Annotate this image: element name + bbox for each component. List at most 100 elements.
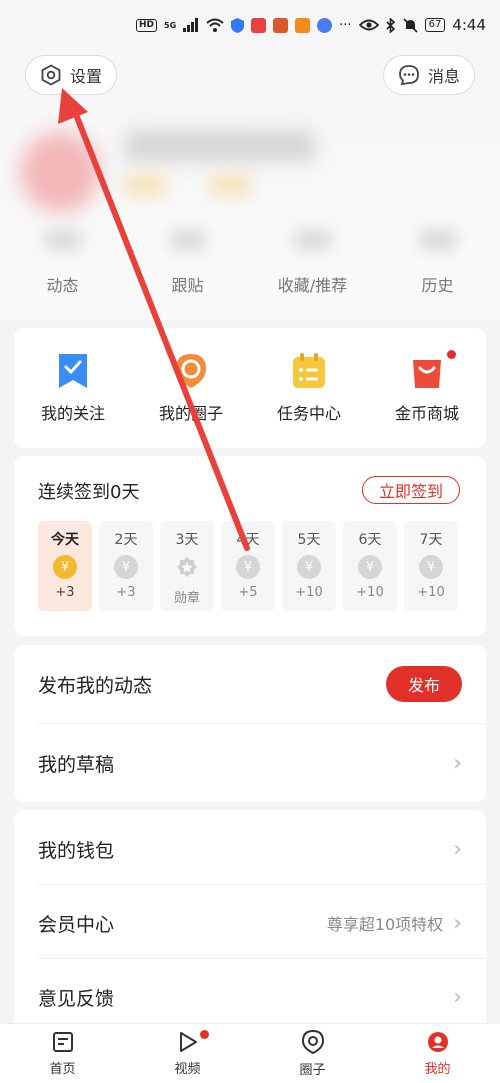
publish-button[interactable]: 发布 <box>386 666 462 702</box>
day-reward: +10 <box>417 585 445 600</box>
sign-in-streak-title: 连续签到0天 <box>38 482 140 503</box>
nav-label: 视频 <box>174 1062 201 1077</box>
sign-in-day[interactable]: 2天 ¥ +3 <box>99 521 153 611</box>
network-type: 5G <box>164 20 177 30</box>
notification-dot <box>200 1030 209 1039</box>
chat-bubble-icon <box>399 65 419 86</box>
sign-in-day[interactable]: 4天 ¥ +5 <box>221 521 275 611</box>
settings-button[interactable]: 设置 <box>25 55 118 95</box>
stats-row: 动态 跟贴 收藏/推荐 历史 <box>0 230 500 296</box>
nav-label: 我的 <box>424 1062 451 1077</box>
nav-video[interactable]: 视频 <box>125 1024 250 1083</box>
drafts-label: 我的草稿 <box>38 753 115 776</box>
day-reward: +3 <box>55 585 75 600</box>
sign-in-day[interactable]: 今天 ¥ +3 <box>38 521 92 611</box>
settings-label: 设置 <box>70 67 103 86</box>
member-center-label: 会员中心 <box>38 913 115 936</box>
day-reward: +10 <box>295 585 323 600</box>
notification-dot <box>447 350 456 359</box>
bell-muted-icon <box>403 17 418 33</box>
sign-in-day[interactable]: 6天 ¥ +10 <box>343 521 397 611</box>
wallet-row[interactable]: 我的钱包 › <box>14 810 486 888</box>
stat-count <box>44 230 81 250</box>
quick-label: 任务中心 <box>276 404 341 423</box>
stat-count <box>419 230 456 250</box>
day-label: 3天 <box>175 532 199 548</box>
stat-label: 收藏/推荐 <box>277 276 348 295</box>
hd-badge: HD <box>136 18 158 32</box>
bookmark-icon <box>59 354 87 388</box>
quick-item-circles[interactable]: 我的圈子 <box>132 352 250 424</box>
messages-label: 消息 <box>427 67 460 86</box>
clock: 4:44 <box>452 16 486 34</box>
quick-item-follows[interactable]: 我的关注 <box>14 352 132 424</box>
quick-actions-card: 我的关注 我的圈子 任务中心 金币商城 <box>14 328 486 448</box>
sign-in-day[interactable]: 7天 ¥ +10 <box>404 521 458 611</box>
member-privileges-text: 尊享超10项特权 <box>326 915 444 934</box>
chevron-right-icon: › <box>453 836 462 862</box>
stat-label: 跟贴 <box>171 276 204 295</box>
stat-count <box>169 230 206 250</box>
username <box>125 130 315 162</box>
messages-button[interactable]: 消息 <box>382 55 475 95</box>
day-label: 2天 <box>114 532 138 548</box>
stat-history[interactable]: 历史 <box>375 230 500 296</box>
stat-favorites[interactable]: 收藏/推荐 <box>250 230 375 296</box>
quick-label: 金币商城 <box>394 404 459 423</box>
stat-label: 历史 <box>421 276 454 295</box>
eye-icon <box>358 19 379 31</box>
sign-in-button[interactable]: 立即签到 <box>362 476 460 504</box>
sign-in-day[interactable]: 5天 ¥ +10 <box>282 521 336 611</box>
settings-hexagon-icon <box>41 64 61 86</box>
chevron-right-icon: › <box>453 750 462 776</box>
publish-row-label: 发布我的动态 <box>38 674 153 697</box>
member-center-row[interactable]: 会员中心 尊享超10项特权 › <box>14 884 486 962</box>
app-notification-icon <box>295 17 311 33</box>
day-label: 7天 <box>419 532 443 548</box>
post-card: 发布我的动态 发布 我的草稿 › <box>14 645 486 802</box>
circle-pin-icon <box>301 1029 324 1055</box>
sign-in-day[interactable]: 3天 勋章 <box>160 521 214 611</box>
battery-indicator: 67 <box>424 18 446 32</box>
more-notifications-icon: ··· <box>339 17 352 33</box>
stat-label: 动态 <box>46 276 79 295</box>
wallet-label: 我的钱包 <box>38 839 115 862</box>
signal-icon <box>183 18 199 32</box>
coin-icon: ¥ <box>236 555 260 579</box>
quick-label: 我的关注 <box>40 404 105 423</box>
sign-in-card: 连续签到0天 立即签到 今天 ¥ +3 2天 ¥ +3 3天 勋章 4天 ¥ +… <box>14 456 486 636</box>
nav-circles[interactable]: 圈子 <box>250 1024 375 1083</box>
location-circle-icon <box>176 354 206 388</box>
profile-icon <box>427 1032 448 1052</box>
music-app-icon <box>317 17 333 33</box>
bottom-nav: 首页 视频 圈子 我的 <box>0 1023 500 1083</box>
stat-posts[interactable]: 动态 <box>0 230 125 296</box>
feedback-label: 意见反馈 <box>38 987 115 1010</box>
wifi-icon <box>206 18 224 32</box>
coin-icon: ¥ <box>114 555 138 579</box>
profile-header: 设置 消息 动态 跟贴 收藏/推荐 历史 <box>0 50 500 320</box>
avatar[interactable] <box>20 132 100 212</box>
drafts-row[interactable]: 我的草稿 › <box>14 724 486 802</box>
status-bar: HD 5G ··· 67 4:44 <box>0 0 500 50</box>
shopping-bag-icon <box>413 360 441 388</box>
day-label: 4天 <box>236 532 260 548</box>
chevron-right-icon: › <box>453 910 462 936</box>
publish-row[interactable]: 发布我的动态 发布 <box>14 645 486 723</box>
day-label: 5天 <box>297 532 321 548</box>
chevron-right-icon: › <box>453 984 462 1010</box>
day-reward: 勋章 <box>173 591 200 606</box>
coin-icon: ¥ <box>358 555 382 579</box>
nav-label: 首页 <box>49 1062 76 1077</box>
app-notification-icon <box>273 17 289 33</box>
nav-profile[interactable]: 我的 <box>375 1024 500 1083</box>
bluetooth-icon <box>386 17 395 33</box>
app-notification-icon <box>251 17 267 33</box>
day-reward: +5 <box>238 585 258 600</box>
quick-item-coin-mall[interactable]: 金币商城 <box>368 350 486 424</box>
user-badge <box>210 175 250 195</box>
task-clipboard-icon <box>293 353 325 388</box>
quick-item-tasks[interactable]: 任务中心 <box>250 352 368 424</box>
stat-comments[interactable]: 跟贴 <box>125 230 250 296</box>
nav-home[interactable]: 首页 <box>0 1024 125 1083</box>
